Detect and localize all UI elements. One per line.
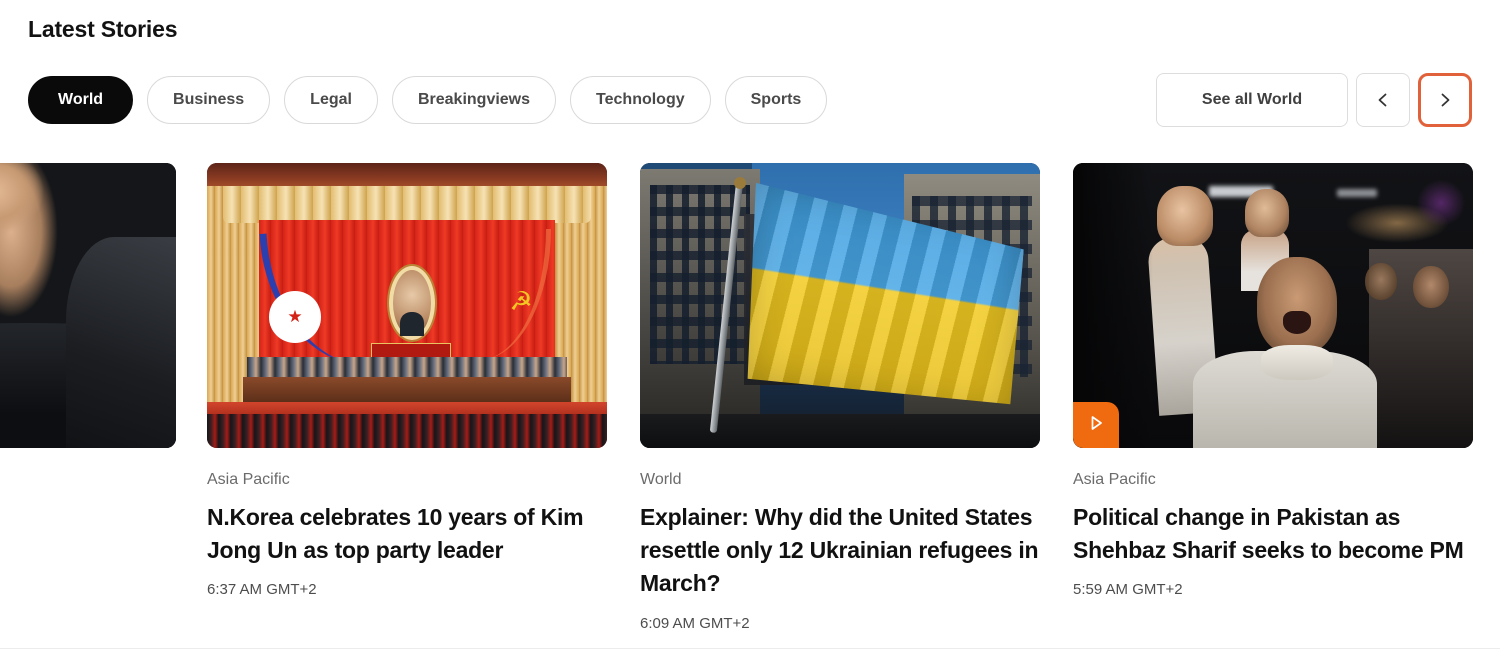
story-headline[interactable]: N.Korea celebrates 10 years of Kim Jong … xyxy=(207,501,607,567)
story-kicker: World xyxy=(640,471,682,488)
story-headline[interactable]: Political change in Pakistan as Shehbaz … xyxy=(1073,501,1473,567)
page-title: Latest Stories xyxy=(28,16,178,42)
stories-carousel[interactable]: ins 90% p vote he ★ ☭ xyxy=(0,163,1500,633)
carousel-prev-button[interactable] xyxy=(1356,73,1410,127)
story-thumbnail[interactable]: ★ ☭ xyxy=(207,163,607,448)
tab-world[interactable]: World xyxy=(28,76,134,124)
story-card[interactable]: ★ ☭ Asia Pacific N.Korea celebrates 10 y… xyxy=(207,163,607,598)
video-play-badge[interactable] xyxy=(1073,402,1119,448)
chevron-left-icon xyxy=(1375,92,1391,108)
story-image xyxy=(1073,163,1473,448)
chevron-right-icon xyxy=(1437,92,1453,108)
story-thumbnail[interactable] xyxy=(1073,163,1473,448)
see-all-world-button[interactable]: See all World xyxy=(1156,73,1348,127)
story-kicker: Asia Pacific xyxy=(1073,471,1156,488)
story-kicker: Asia Pacific xyxy=(207,471,290,488)
story-image: ★ ☭ xyxy=(207,163,607,448)
tab-breakingviews[interactable]: Breakingviews xyxy=(391,76,557,124)
story-image xyxy=(640,163,1040,448)
story-card[interactable]: World Explainer: Why did the United Stat… xyxy=(640,163,1040,632)
story-timestamp: 5:59 AM GMT+2 xyxy=(1073,581,1183,599)
story-card[interactable]: ins 90% p vote he xyxy=(0,163,176,562)
tab-business[interactable]: Business xyxy=(147,76,271,124)
story-timestamp: 6:37 AM GMT+2 xyxy=(207,581,317,599)
story-thumbnail[interactable] xyxy=(0,163,176,448)
tab-technology[interactable]: Technology xyxy=(570,76,711,124)
tab-sports[interactable]: Sports xyxy=(724,76,828,124)
story-meta: Asia Pacific Political change in Pakista… xyxy=(1073,448,1473,598)
carousel-controls: See all World xyxy=(1156,73,1472,127)
story-timestamp: 6:09 AM GMT+2 xyxy=(640,614,750,632)
story-card[interactable]: Asia Pacific Political change in Pakista… xyxy=(1073,163,1473,598)
play-icon xyxy=(1086,413,1106,438)
story-headline[interactable]: ins 90% p vote he xyxy=(0,482,176,548)
story-meta: World Explainer: Why did the United Stat… xyxy=(640,448,1040,632)
story-thumbnail[interactable] xyxy=(640,163,1040,448)
tab-legal[interactable]: Legal xyxy=(284,76,378,124)
story-headline[interactable]: Explainer: Why did the United States res… xyxy=(640,501,1040,600)
category-tabs: World Business Legal Breakingviews Techn… xyxy=(28,76,828,124)
story-meta: ins 90% p vote he xyxy=(0,448,176,548)
story-image xyxy=(0,163,176,448)
story-meta: Asia Pacific N.Korea celebrates 10 years… xyxy=(207,448,607,598)
carousel-next-button[interactable] xyxy=(1418,73,1472,127)
